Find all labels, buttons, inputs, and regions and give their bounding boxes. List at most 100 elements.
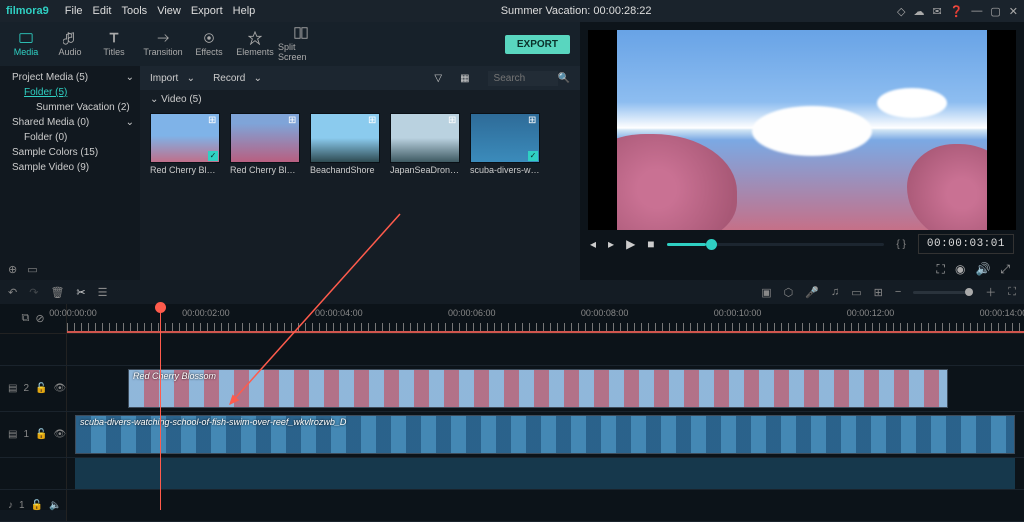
clip-grip-icon: ⊞ xyxy=(448,115,458,125)
tree-summer-vacation[interactable]: Summer Vacation (2) xyxy=(36,102,130,113)
tree-shared-media[interactable]: Shared Media (0)⌄ xyxy=(6,115,134,130)
record-dropdown[interactable]: Record ⌄ xyxy=(213,73,262,84)
tab-audio[interactable]: Audio xyxy=(48,29,92,59)
audio-mixer-icon[interactable]: ♫ xyxy=(831,286,839,298)
media-clip[interactable]: ⊞Red Cherry Blossom4 xyxy=(230,113,300,175)
undo-icon[interactable]: ↶ xyxy=(8,286,17,299)
ruler-tick: 00:00:12:00 xyxy=(847,308,895,318)
tree-project-media[interactable]: Project Media (5)⌄ xyxy=(6,70,134,85)
marker1-icon[interactable]: ⬡ xyxy=(784,286,794,299)
camera-icon[interactable]: ◉ xyxy=(955,262,965,277)
eye-icon[interactable]: 👁 xyxy=(53,383,66,394)
clip-grip-icon: ⊞ xyxy=(528,115,538,125)
tab-media[interactable]: Media xyxy=(4,29,48,59)
magnet-icon[interactable]: ⧉ xyxy=(21,312,29,325)
minimize-icon[interactable]: — xyxy=(971,5,982,18)
redo-icon[interactable]: ↷ xyxy=(29,286,38,299)
clip-grip-icon: ⊞ xyxy=(288,115,298,125)
menubar: filmora9 File Edit Tools View Export Hel… xyxy=(0,0,1024,22)
lock-icon[interactable]: 🔓 xyxy=(31,500,43,511)
tree-sample-video[interactable]: Sample Video (9) xyxy=(12,162,89,173)
filter-icon[interactable]: ▽ xyxy=(434,73,442,84)
tab-titles[interactable]: Titles xyxy=(92,29,136,59)
export-button[interactable]: EXPORT xyxy=(505,35,570,54)
tree-shared-folder[interactable]: Folder (0) xyxy=(24,132,67,143)
tab-split-screen[interactable]: Split Screen xyxy=(278,24,324,64)
import-dropdown[interactable]: Import ⌄ xyxy=(150,73,195,84)
close-icon[interactable]: ✕ xyxy=(1009,5,1018,18)
loop-icon[interactable]: { } xyxy=(896,239,905,250)
zoom-slider[interactable] xyxy=(913,291,973,294)
marker3-icon[interactable]: ⊞ xyxy=(874,286,883,299)
menu-tools[interactable]: Tools xyxy=(122,5,148,17)
search-icon[interactable]: 🔍 xyxy=(558,73,570,84)
timeline-clip-scuba[interactable]: scuba-divers-watching-school-of-fish-swi… xyxy=(75,415,1015,454)
media-clip[interactable]: ⊞✓scuba-divers-watchi... xyxy=(470,113,540,175)
cloud-icon[interactable]: ☁ xyxy=(913,5,924,18)
timeline-ruler[interactable]: ⧉⊘ 00:00:00:0000:00:02:0000:00:04:0000:0… xyxy=(0,304,1024,334)
crop-icon[interactable]: ☰ xyxy=(98,286,108,299)
track-index-icon: ▤ xyxy=(8,383,17,394)
media-clip[interactable]: ⊞JapanSeaDrone3 xyxy=(390,113,460,175)
mail-icon[interactable]: ✉ xyxy=(932,5,941,18)
ruler-tick: 00:00:14:00 xyxy=(980,308,1024,318)
menu-view[interactable]: View xyxy=(157,5,181,17)
lock-icon[interactable]: 🔓 xyxy=(35,383,47,394)
track-audio-linked xyxy=(0,458,1024,490)
eye-icon[interactable]: 👁 xyxy=(53,429,66,440)
timeline: ⧉⊘ 00:00:00:0000:00:02:0000:00:04:0000:0… xyxy=(0,304,1024,510)
mute-icon[interactable]: 🔈 xyxy=(49,500,61,511)
music-icon: ♪ xyxy=(8,500,13,511)
settings-icon[interactable]: ❓ xyxy=(950,5,964,18)
tab-elements[interactable]: Elements xyxy=(232,29,278,59)
zoom-fit-icon[interactable]: ⛶ xyxy=(1008,286,1016,299)
snapshot-frame-icon[interactable]: ⛶ xyxy=(937,262,945,277)
track-spacer xyxy=(0,334,1024,366)
tab-transition[interactable]: Transition xyxy=(140,29,186,59)
chevron-down-icon: ⌄ xyxy=(126,117,134,128)
timeline-audio-scuba[interactable] xyxy=(75,458,1015,489)
add-folder-icon[interactable]: ⊕ xyxy=(8,263,17,276)
zoom-out-icon[interactable]: − xyxy=(895,286,901,298)
ruler-tick: 00:00:00:00 xyxy=(49,308,97,318)
menu-file[interactable]: File xyxy=(65,5,83,17)
marker2-icon[interactable]: ▭ xyxy=(851,286,861,299)
search-input[interactable] xyxy=(488,71,558,86)
menu-edit[interactable]: Edit xyxy=(93,5,112,17)
link-icon[interactable]: ⊘ xyxy=(35,312,44,325)
section-video[interactable]: ⌄ Video (5) xyxy=(140,90,580,109)
media-clip[interactable]: ⊞BeachandShore xyxy=(310,113,380,175)
tree-sample-colors[interactable]: Sample Colors (15) xyxy=(12,147,98,158)
window-title: Summer Vacation: 00:00:28:22 xyxy=(265,5,887,17)
menu-help[interactable]: Help xyxy=(233,5,256,17)
split-icon[interactable]: ✂ xyxy=(76,286,85,299)
clip-label: scuba-divers-watchi... xyxy=(470,163,540,175)
maximize-icon[interactable]: ▢ xyxy=(990,5,1000,18)
grid-view-icon[interactable]: ▦ xyxy=(460,73,469,84)
user-icon[interactable]: ◇ xyxy=(897,5,905,18)
tab-effects[interactable]: Effects xyxy=(186,29,232,59)
next-frame-icon[interactable]: ▸ xyxy=(608,237,614,251)
volume-icon[interactable]: 🔊 xyxy=(975,262,990,277)
ruler-tick: 00:00:02:00 xyxy=(182,308,230,318)
preview-canvas[interactable] xyxy=(617,30,987,230)
play-icon[interactable]: ▶ xyxy=(626,237,635,251)
tree-folder[interactable]: Folder (5) xyxy=(24,87,67,98)
voiceover-icon[interactable]: 🎤 xyxy=(805,286,819,299)
ruler-tick: 00:00:10:00 xyxy=(714,308,762,318)
media-clip[interactable]: ⊞✓Red Cherry Blossom xyxy=(150,113,220,175)
delete-icon[interactable]: 🗑 xyxy=(50,286,64,299)
lock-icon[interactable]: 🔓 xyxy=(35,429,47,440)
timeline-clip-cherry[interactable]: Red Cherry Blossom xyxy=(128,369,948,408)
folder-icon[interactable]: ▭ xyxy=(27,263,37,276)
menu-export[interactable]: Export xyxy=(191,5,223,17)
prev-frame-icon[interactable]: ◂ xyxy=(590,237,596,251)
zoom-in-icon[interactable]: ＋ xyxy=(985,284,996,300)
fullscreen-icon[interactable]: ⤢ xyxy=(1000,262,1010,277)
clip-grip-icon: ⊞ xyxy=(208,115,218,125)
playhead[interactable] xyxy=(160,304,161,510)
preview-slider[interactable] xyxy=(667,243,885,246)
stop-icon[interactable]: ■ xyxy=(647,237,654,251)
render-preview-icon[interactable]: ▣ xyxy=(761,286,771,299)
track-audio-1: ♪1🔓🔈 xyxy=(0,490,1024,522)
